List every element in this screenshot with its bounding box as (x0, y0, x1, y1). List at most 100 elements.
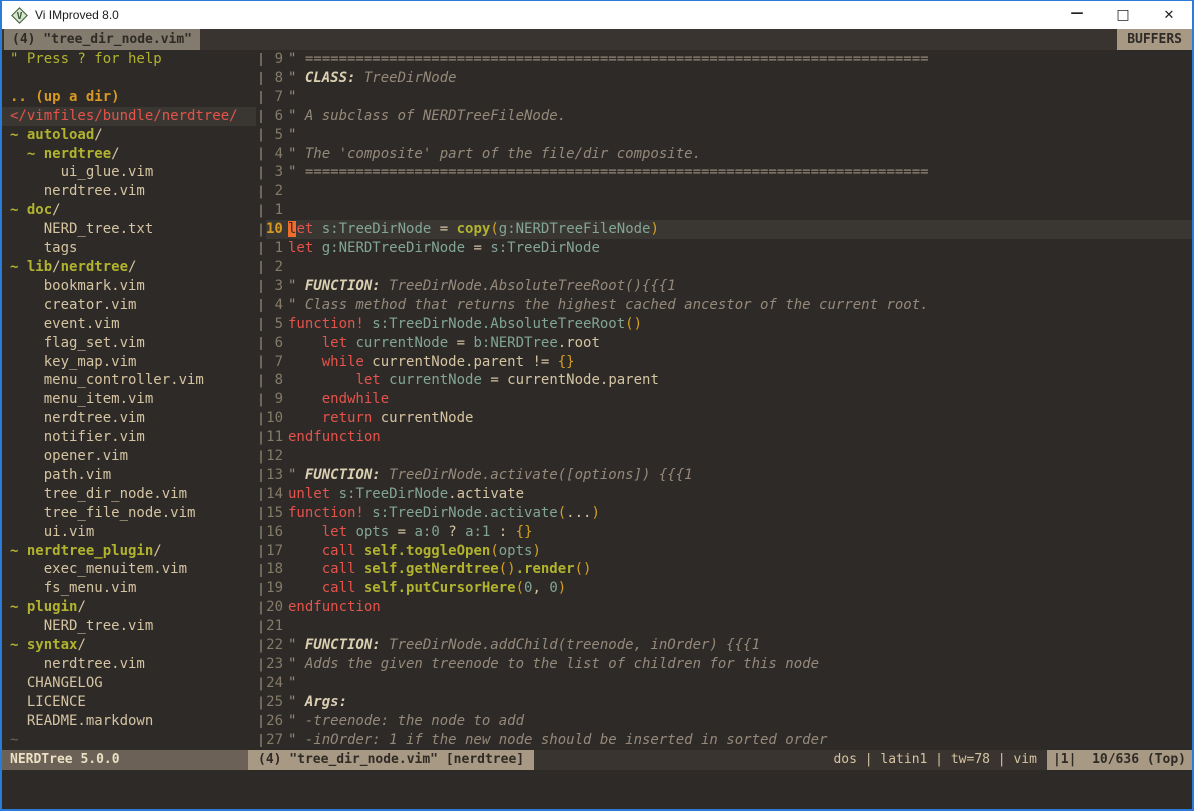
tree-item-label: README.markdown (10, 713, 153, 729)
editor-line[interactable]: 10 return currentNode (266, 409, 1192, 428)
code-text: " ======================================… (288, 50, 1192, 69)
editor-line[interactable]: 8" CLASS: TreeDirNode (266, 69, 1192, 88)
tree-item-label: nerdtree.vim (10, 183, 145, 199)
line-number: 4 (266, 296, 283, 315)
maximize-button[interactable]: □ (1100, 1, 1146, 29)
editor-line[interactable]: 13" FUNCTION: TreeDirNode.activate([opti… (266, 466, 1192, 485)
buffers-tab[interactable]: BUFFERS (1117, 29, 1192, 50)
line-number: 3 (266, 163, 283, 182)
editor-line[interactable]: 21 (266, 617, 1192, 636)
main-content: " Press ? for help .. (up a dir)</vimfile… (2, 50, 1192, 750)
editor-line[interactable]: 19 call self.putCursorHere(0, 0) (266, 579, 1192, 598)
editor-line[interactable]: 1 (266, 201, 1192, 220)
tree-item[interactable]: ~ nerdtree_plugin/ (10, 542, 256, 561)
minimize-button[interactable]: — (1054, 1, 1100, 29)
tree-item[interactable]: ~ autoload/ (10, 126, 256, 145)
tree-item[interactable]: key_map.vim (10, 353, 256, 372)
tree-item[interactable]: ui.vim (10, 523, 256, 542)
tree-item[interactable]: LICENCE (10, 693, 256, 712)
tree-item[interactable]: opener.vim (10, 447, 256, 466)
tree-item[interactable]: " Press ? for help (10, 50, 256, 69)
tree-item[interactable]: nerdtree.vim (10, 409, 256, 428)
tree-item-label: nerdtree.vim (10, 656, 145, 672)
editor-line[interactable]: 7" (266, 88, 1192, 107)
window-separator[interactable] (256, 50, 266, 750)
tree-item[interactable]: NERD_tree.txt (10, 220, 256, 239)
line-number: 17 (266, 542, 283, 561)
editor-line[interactable]: 8 let currentNode = currentNode.parent (266, 371, 1192, 390)
editor-line[interactable]: 1let g:NERDTreeDirNode = s:TreeDirNode (266, 239, 1192, 258)
tree-item[interactable]: ~ syntax/ (10, 636, 256, 655)
tree-item[interactable]: event.vim (10, 315, 256, 334)
editor-line[interactable]: 9 endwhile (266, 390, 1192, 409)
tree-item[interactable]: flag_set.vim (10, 334, 256, 353)
tree-item[interactable]: ~ nerdtree/ (10, 145, 256, 164)
tree-item[interactable]: ~ doc/ (10, 201, 256, 220)
vim-window: V Vi IMproved 8.0 — □ ✕ (4) "tree_dir_no… (0, 0, 1194, 811)
editor-line[interactable]: 3" FUNCTION: TreeDirNode.AbsoluteTreeRoo… (266, 277, 1192, 296)
editor-line[interactable]: 6 let currentNode = b:NERDTree.root (266, 334, 1192, 353)
editor-line[interactable]: 17 call self.toggleOpen(opts) (266, 542, 1192, 561)
tree-item[interactable]: .. (up a dir) (10, 88, 256, 107)
code-text: call self.putCursorHere(0, 0) (288, 579, 1192, 598)
editor-line[interactable]: 6" A subclass of NERDTreeFileNode. (266, 107, 1192, 126)
editor-line[interactable]: 9" =====================================… (266, 50, 1192, 69)
editor-line[interactable]: 2 (266, 182, 1192, 201)
titlebar[interactable]: V Vi IMproved 8.0 — □ ✕ (2, 1, 1192, 29)
editor-line[interactable]: 12 (266, 447, 1192, 466)
editor-line[interactable]: 5" (266, 126, 1192, 145)
tree-item[interactable]: tags (10, 239, 256, 258)
tree-item[interactable]: README.markdown (10, 712, 256, 731)
editor-line[interactable]: 11endfunction (266, 428, 1192, 447)
editor-line[interactable]: 23" Adds the given treenode to the list … (266, 655, 1192, 674)
tree-item[interactable]: menu_item.vim (10, 390, 256, 409)
editor-line[interactable]: 25" Args: (266, 693, 1192, 712)
tree-item[interactable]: ~ (10, 731, 256, 750)
editor-line[interactable]: 16 let opts = a:0 ? a:1 : {} (266, 523, 1192, 542)
line-number: 19 (266, 579, 283, 598)
tab-tree-dir-node[interactable]: (4) "tree_dir_node.vim" (4, 29, 200, 50)
editor-line[interactable]: 2 (266, 258, 1192, 277)
editor-line[interactable]: 20endfunction (266, 598, 1192, 617)
tree-item[interactable]: ui_glue.vim (10, 163, 256, 182)
tree-item[interactable]: </vimfiles/bundle/nerdtree/ (2, 107, 256, 126)
editor-line[interactable]: 18 call self.getNerdtree().render() (266, 560, 1192, 579)
code-text: " (288, 88, 1192, 107)
editor-line[interactable]: 22" FUNCTION: TreeDirNode.addChild(treen… (266, 636, 1192, 655)
editor-line[interactable]: 14unlet s:TreeDirNode.activate (266, 485, 1192, 504)
tree-item[interactable]: ~ plugin/ (10, 598, 256, 617)
close-button[interactable]: ✕ (1146, 1, 1192, 29)
tree-item[interactable]: menu_controller.vim (10, 371, 256, 390)
tree-item-label: ~ plugin/ (10, 599, 86, 615)
tree-item[interactable]: exec_menuitem.vim (10, 560, 256, 579)
nerdtree-pane[interactable]: " Press ? for help .. (up a dir)</vimfile… (2, 50, 256, 750)
editor-line[interactable]: 24" (266, 674, 1192, 693)
editor-pane[interactable]: 9" =====================================… (266, 50, 1192, 750)
editor-line[interactable]: 27" -inOrder: 1 if the new node should b… (266, 731, 1192, 750)
editor-line[interactable]: 4" Class method that returns the highest… (266, 296, 1192, 315)
editor-line[interactable]: 26" -treenode: the node to add (266, 712, 1192, 731)
tree-item[interactable]: fs_menu.vim (10, 579, 256, 598)
tree-item[interactable]: ~ lib/nerdtree/ (10, 258, 256, 277)
window-controls: — □ ✕ (1054, 1, 1192, 29)
tree-item[interactable]: nerdtree.vim (10, 182, 256, 201)
editor-line[interactable]: 10let s:TreeDirNode = copy(g:NERDTreeFil… (266, 220, 1192, 239)
editor-line[interactable]: 4" The 'composite' part of the file/dir … (266, 145, 1192, 164)
tree-item[interactable]: nerdtree.vim (10, 655, 256, 674)
tree-item[interactable]: CHANGELOG (10, 674, 256, 693)
editor-line[interactable]: 15function! s:TreeDirNode.activate(...) (266, 504, 1192, 523)
editor-line[interactable]: 5function! s:TreeDirNode.AbsoluteTreeRoo… (266, 315, 1192, 334)
tree-item[interactable]: NERD_tree.vim (10, 617, 256, 636)
tree-item[interactable]: tree_dir_node.vim (10, 485, 256, 504)
editor-line[interactable]: 7 while currentNode.parent != {} (266, 353, 1192, 372)
tree-item[interactable]: creator.vim (10, 296, 256, 315)
tree-item[interactable]: tree_file_node.vim (10, 504, 256, 523)
tree-item[interactable] (10, 69, 256, 88)
tree-item[interactable]: notifier.vim (10, 428, 256, 447)
statusline-position: |1| 10/636 (Top) (1047, 750, 1192, 770)
tree-item[interactable]: path.vim (10, 466, 256, 485)
command-line[interactable] (2, 770, 1192, 809)
editor-line[interactable]: 3" =====================================… (266, 163, 1192, 182)
tree-item-label: creator.vim (10, 297, 136, 313)
tree-item[interactable]: bookmark.vim (10, 277, 256, 296)
